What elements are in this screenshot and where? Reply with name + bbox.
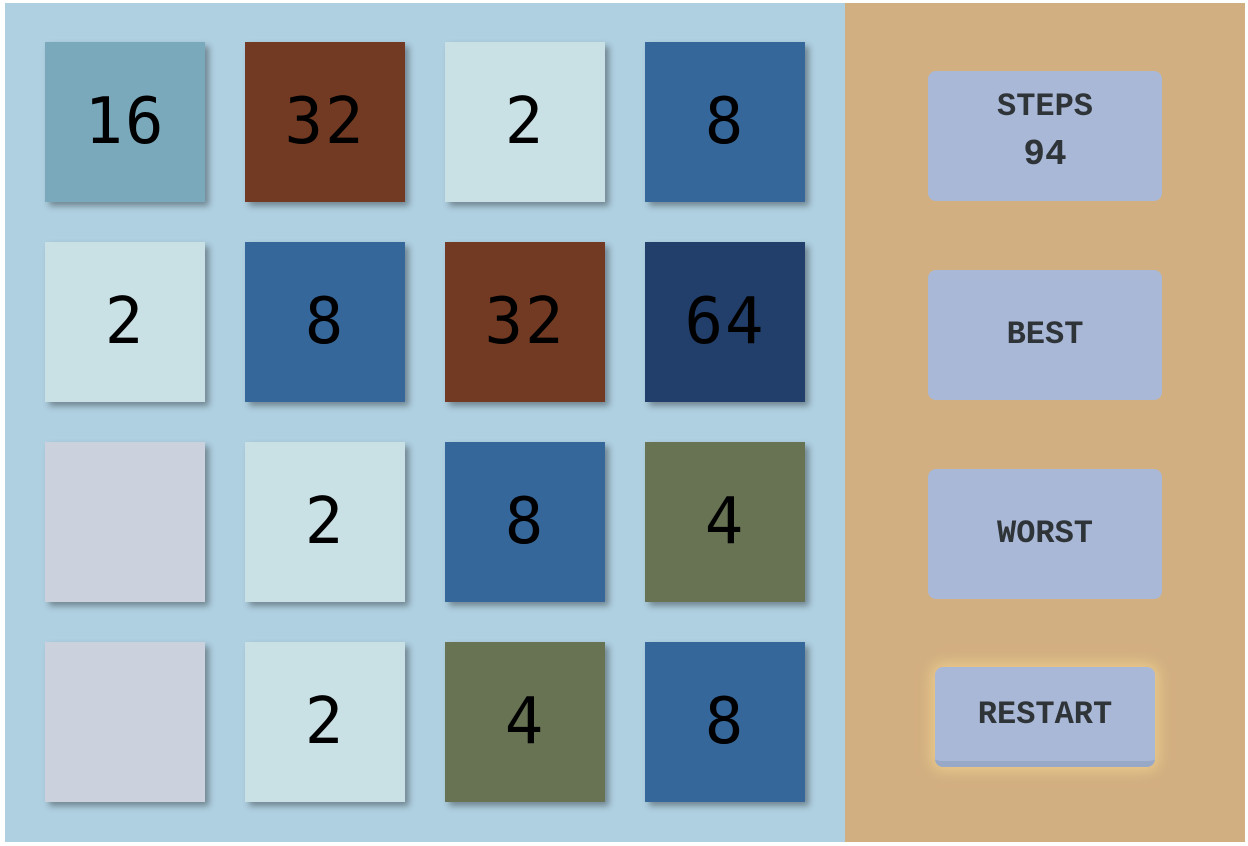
game-window: 16 32 2 8 2 8 32 64 2 8 4 2 4 8 STEPS 94… (5, 3, 1245, 842)
steps-value: 94 (1023, 134, 1067, 175)
tile: 8 (445, 442, 605, 602)
worst-panel: WORST (928, 469, 1162, 599)
steps-panel: STEPS 94 (928, 71, 1162, 201)
tile: 64 (645, 242, 805, 402)
restart-button[interactable]: RESTART (935, 667, 1155, 767)
empty-tile (45, 442, 205, 602)
tile: 2 (245, 442, 405, 602)
tile: 4 (445, 642, 605, 802)
tile: 8 (645, 642, 805, 802)
tile: 32 (245, 42, 405, 202)
steps-label: STEPS (996, 88, 1093, 125)
tile: 4 (645, 442, 805, 602)
worst-label: WORST (996, 515, 1093, 552)
tile: 2 (245, 642, 405, 802)
tile: 8 (645, 42, 805, 202)
best-panel: BEST (928, 270, 1162, 400)
tile: 32 (445, 242, 605, 402)
best-label: BEST (1006, 316, 1084, 353)
tile: 2 (45, 242, 205, 402)
tile: 16 (45, 42, 205, 202)
tile: 2 (445, 42, 605, 202)
game-board[interactable]: 16 32 2 8 2 8 32 64 2 8 4 2 4 8 (5, 3, 845, 842)
sidebar: STEPS 94 BEST WORST RESTART (845, 3, 1245, 842)
empty-tile (45, 642, 205, 802)
tile: 8 (245, 242, 405, 402)
